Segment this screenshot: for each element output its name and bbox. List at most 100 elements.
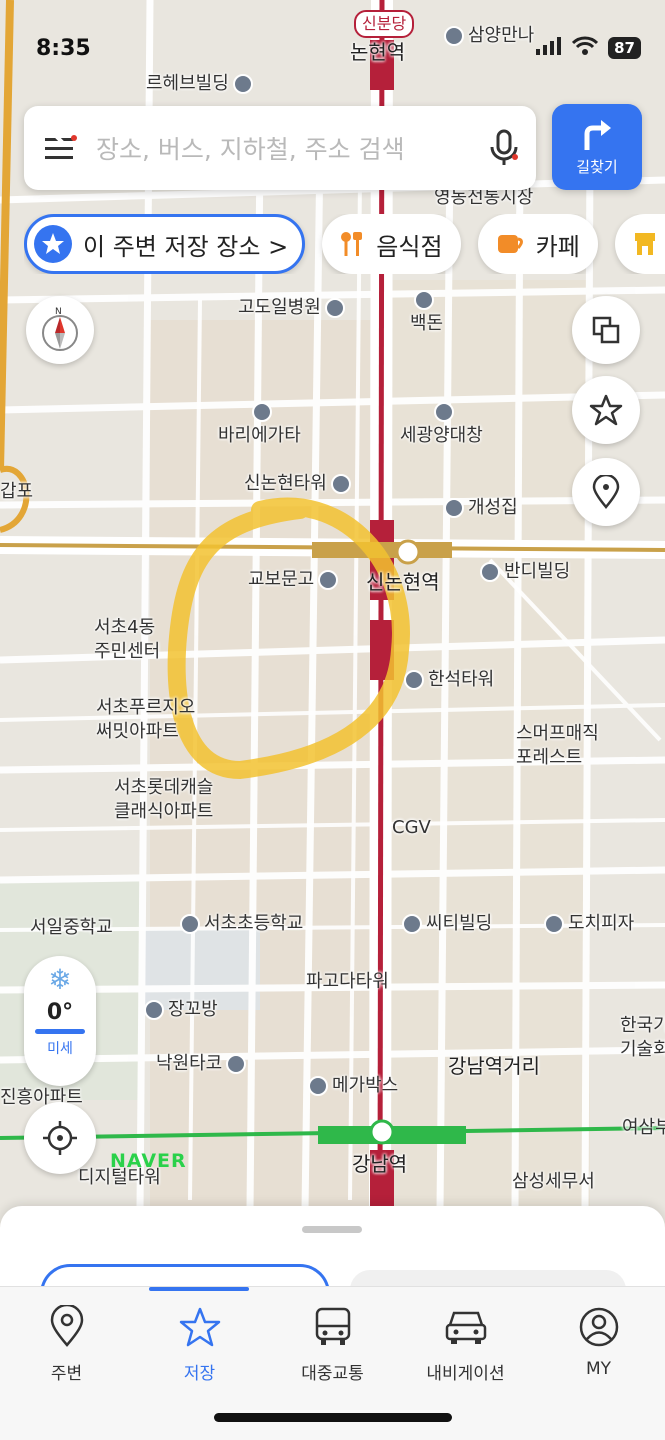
building-icon: [402, 914, 422, 934]
tab-nearby-label: 주변: [50, 1364, 83, 1384]
star-icon: [133, 1305, 266, 1349]
sheet-drag-handle[interactable]: [302, 1226, 362, 1233]
pin-outline-icon: [592, 475, 620, 509]
poi-dochi[interactable]: 도치피자: [540, 912, 634, 936]
hospital-icon: [324, 298, 345, 318]
station-label-gangnam[interactable]: 강남역: [352, 1152, 407, 1176]
poi-gapo[interactable]: 갑포: [0, 480, 33, 504]
cafe-icon: [496, 231, 526, 257]
battery-indicator: 87: [608, 37, 641, 59]
layers-button[interactable]: [572, 296, 640, 364]
poi-samsung-tax[interactable]: 삼성세무서: [512, 1170, 595, 1194]
voice-search-button[interactable]: [472, 106, 536, 190]
poi-prugio[interactable]: 서초푸르지오 써밋아파트: [96, 696, 195, 744]
signal-icon: [536, 37, 562, 59]
tab-transit[interactable]: 대중교통: [266, 1305, 399, 1384]
tab-transit-label: 대중교통: [301, 1364, 364, 1384]
weather-widget[interactable]: ❄ 0° 미세: [24, 956, 96, 1086]
restaurant-icon: [340, 230, 366, 258]
restaurant-icon: [544, 914, 564, 934]
map-pin-button[interactable]: [572, 458, 640, 526]
poi-sinnonhyeon-tower[interactable]: 신논현타워: [244, 472, 355, 496]
restaurant-icon: [226, 1054, 247, 1074]
search-input[interactable]: 장소, 버스, 지하철, 주소 검색: [96, 130, 472, 166]
crosshair-icon: [43, 1121, 77, 1155]
status-bar: 8:35 87: [0, 34, 665, 66]
restaurant-icon: [144, 1000, 164, 1020]
star-outline-icon: [589, 394, 623, 426]
bus-icon: [266, 1305, 399, 1349]
poi-smuff[interactable]: 스머프매직 포레스트: [516, 722, 599, 770]
chip-restaurant[interactable]: 음식점: [322, 214, 461, 274]
restaurant-icon: [414, 290, 434, 310]
naver-logo: NAVER: [110, 1150, 187, 1172]
search-bar[interactable]: 장소, 버스, 지하철, 주소 검색: [24, 106, 536, 190]
restaurant-icon: [434, 402, 454, 422]
status-time: 8:35: [36, 36, 91, 61]
poi-nakwon[interactable]: 낙원타코: [156, 1052, 250, 1076]
my-location-button[interactable]: [24, 1102, 96, 1174]
favorites-button[interactable]: [572, 376, 640, 444]
poi-rehe[interactable]: 르헤브빌딩: [146, 72, 257, 96]
tab-saved[interactable]: 저장: [133, 1287, 266, 1384]
chip-cafe[interactable]: 카페: [477, 214, 598, 274]
tab-my-label: MY: [585, 1359, 612, 1379]
poi-hanseok[interactable]: 한석타워: [400, 668, 494, 692]
poi-pagoda[interactable]: 파고다타워: [306, 970, 389, 994]
poi-megabox[interactable]: 메가박스: [304, 1074, 398, 1098]
tab-my[interactable]: MY: [532, 1305, 665, 1379]
chip-saved-nearby-label: 이 주변 저장 장소 >: [83, 232, 289, 261]
location-pin-icon: [0, 1305, 133, 1349]
building-icon: [232, 74, 253, 94]
snow-icon: ❄: [48, 963, 72, 996]
poi-bari[interactable]: 바리에가타: [218, 400, 301, 448]
close-icon[interactable]: [30, 110, 70, 150]
directions-button[interactable]: 길찾기: [552, 104, 642, 190]
poi-segwang[interactable]: 세광양대창: [400, 400, 483, 448]
poi-janggo[interactable]: 장꼬방: [140, 998, 218, 1022]
poi-godoil[interactable]: 고도일병원: [238, 296, 349, 320]
compass-button[interactable]: N: [26, 296, 94, 364]
status-indicators: 87: [536, 36, 641, 60]
store-icon: [633, 231, 657, 257]
school-icon: [180, 914, 200, 934]
poi-seoil[interactable]: 서일중학교: [30, 916, 113, 940]
building-icon: [404, 670, 424, 690]
tab-nearby[interactable]: 주변: [0, 1305, 133, 1384]
station-label-sinnonhyeon[interactable]: 신논현역: [366, 570, 440, 594]
directions-label: 길찾기: [576, 157, 618, 176]
bookstore-icon: [318, 570, 339, 590]
poi-baekdon[interactable]: 백돈: [410, 288, 443, 336]
turn-arrow-icon: [584, 119, 611, 150]
home-indicator: [214, 1413, 452, 1422]
tab-saved-label: 저장: [183, 1364, 216, 1384]
chip-store[interactable]: 편: [614, 214, 665, 274]
category-chips: 이 주변 저장 장소 > 음식점 카페 편: [24, 214, 665, 274]
poi-yeoksam[interactable]: 여삼부: [622, 1116, 665, 1140]
tab-navigation-label: 내비게이션: [426, 1364, 505, 1384]
area-label-gangnam-street[interactable]: 강남역거리: [448, 1054, 540, 1078]
poi-lotte[interactable]: 서초롯데캐슬 클래식아파트: [114, 776, 213, 824]
poi-city[interactable]: 씨티빌딩: [398, 912, 492, 936]
wifi-icon: [572, 36, 599, 60]
poi-seocho-elem[interactable]: 서초초등학교: [176, 912, 303, 936]
restaurant-icon: [444, 498, 464, 518]
chip-restaurant-label: 음식점: [376, 232, 443, 261]
poi-hangugi[interactable]: 한국기 기술회: [620, 1014, 665, 1062]
tab-navigation[interactable]: 내비게이션: [399, 1305, 532, 1384]
dust-level-bar: [35, 1029, 85, 1034]
chip-cafe-label: 카페: [535, 232, 580, 261]
poi-cgv[interactable]: CGV: [392, 816, 431, 840]
poi-seocho4dong[interactable]: 서초4동 주민센터: [94, 616, 160, 664]
star-icon: [33, 224, 73, 264]
poi-kyobo[interactable]: 교보문고: [248, 568, 342, 592]
building-icon: [330, 474, 351, 494]
chip-saved-nearby[interactable]: 이 주변 저장 장소 >: [24, 214, 306, 274]
car-icon: [399, 1305, 532, 1349]
layers-icon: [592, 316, 620, 344]
poi-bandi[interactable]: 반디빌딩: [476, 560, 570, 584]
compass-icon: N: [42, 307, 78, 351]
cinema-icon: [308, 1076, 328, 1096]
profile-icon: [532, 1305, 665, 1349]
poi-gaeseong[interactable]: 개성집: [440, 496, 518, 520]
